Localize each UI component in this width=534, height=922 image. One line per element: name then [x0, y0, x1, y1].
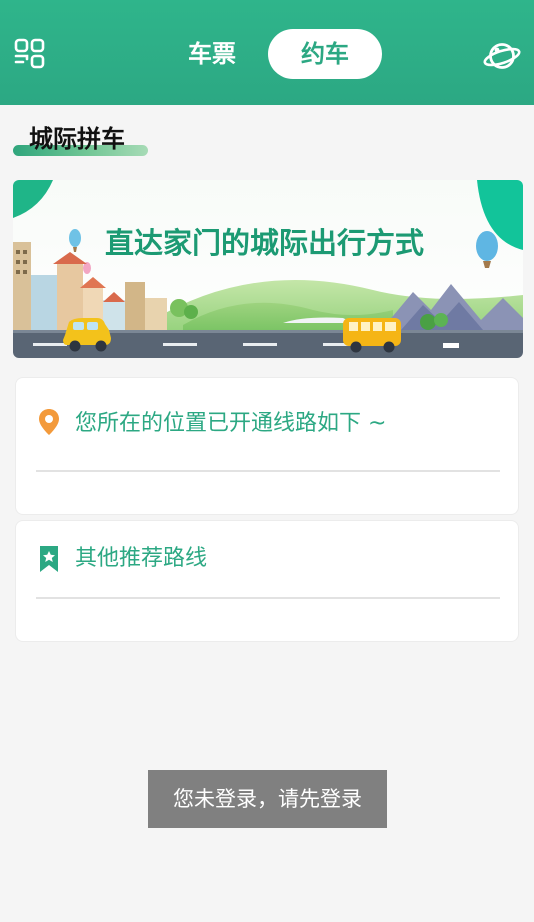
promo-banner[interactable]: 直达家门的城际出行方式: [13, 180, 523, 358]
recommended-routes-label: 其他推荐路线: [75, 546, 208, 571]
open-routes-card[interactable]: 您所在的位置已开通线路如下 ~: [15, 377, 519, 515]
grid-menu-icon[interactable]: [14, 38, 46, 70]
bookmark-star-icon: [37, 545, 61, 573]
section-title-block: 城际拼车: [13, 120, 153, 160]
location-pin-icon: [37, 408, 61, 436]
page-title: 城际拼车: [29, 125, 125, 153]
tab-booking[interactable]: 约车: [268, 29, 382, 79]
divider: [36, 470, 500, 472]
top-bar: 车票 约车: [0, 0, 534, 105]
open-routes-label: 您所在的位置已开通线路如下 ~: [75, 411, 387, 436]
banner-headline: 直达家门的城际出行方式: [105, 226, 424, 260]
recommended-routes-card[interactable]: 其他推荐路线: [15, 520, 519, 642]
login-toast: 您未登录，请先登录: [148, 770, 387, 828]
planet-icon[interactable]: [482, 36, 522, 76]
divider: [36, 597, 500, 599]
tab-ticket[interactable]: 车票: [176, 34, 248, 74]
